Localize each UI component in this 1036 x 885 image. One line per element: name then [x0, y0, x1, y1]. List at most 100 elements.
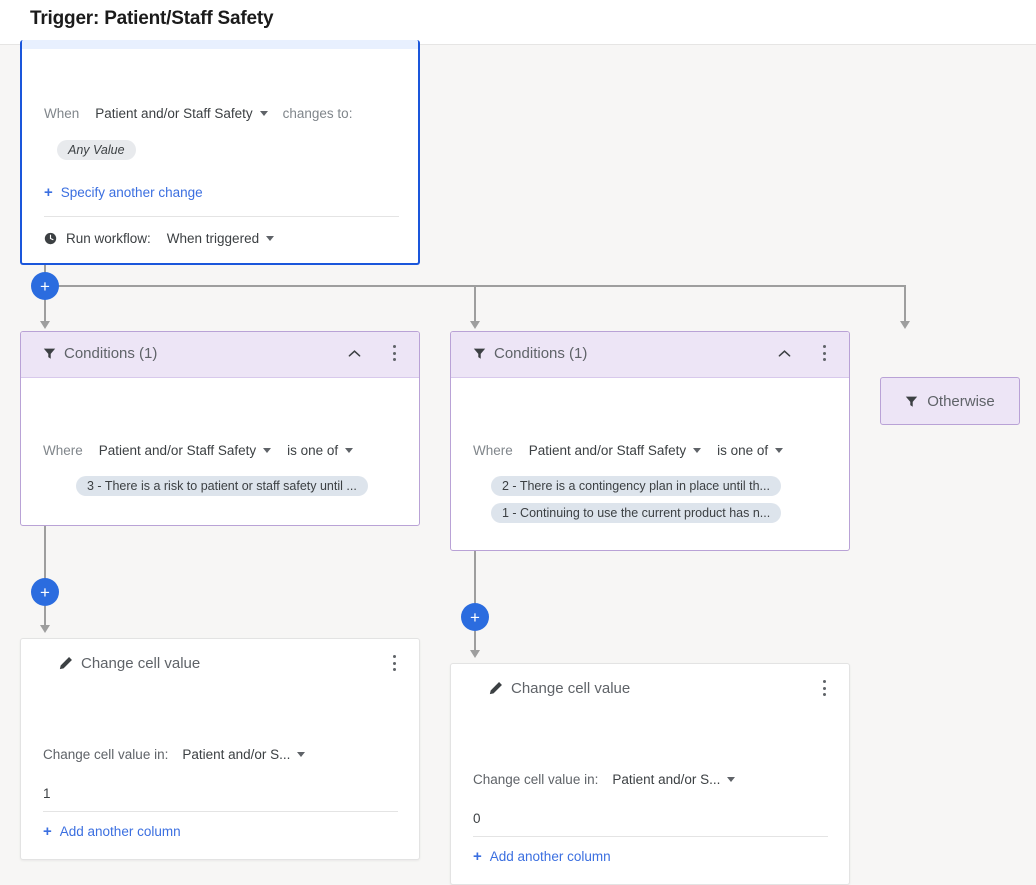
workflow-canvas: + + + When Patient and/or Staff Safety c… — [0, 40, 1036, 885]
chevron-up-icon[interactable] — [778, 349, 791, 358]
conditions-card-1[interactable]: Conditions (1) Where Patient and/or Staf… — [20, 331, 420, 526]
add-step-branch-1-button[interactable]: + — [31, 578, 59, 606]
condition-1-value-chips: 3 - There is a risk to patient or staff … — [76, 476, 406, 503]
arrowhead-branch-2 — [470, 321, 480, 329]
conditions-card-2[interactable]: Conditions (1) Where Patient and/or Staf… — [450, 331, 850, 551]
condition-1-where-row: Where Patient and/or Staff Safety is one… — [43, 443, 354, 458]
condition-2-field-dropdown[interactable]: Patient and/or Staff Safety — [528, 443, 702, 458]
change-cell-value-card-2-title: Change cell value — [511, 680, 631, 697]
conditions-card-2-title: Conditions (1) — [494, 345, 588, 362]
otherwise-branch-card[interactable]: Otherwise — [880, 377, 1020, 425]
condition-1-field-dropdown[interactable]: Patient and/or Staff Safety — [98, 443, 272, 458]
plus-icon: + — [470, 607, 480, 627]
action-2-divider — [473, 836, 828, 837]
action-1-cell-value[interactable]: 1 — [43, 786, 51, 801]
chevron-down-icon — [263, 448, 272, 453]
otherwise-label: Otherwise — [927, 392, 995, 410]
add-another-column-label: Add another column — [59, 824, 181, 839]
condition-2-where-row: Where Patient and/or Staff Safety is one… — [473, 443, 784, 458]
where-label: Where — [473, 443, 513, 458]
plus-icon: + — [43, 823, 52, 840]
trigger-card-header-strip — [22, 40, 418, 49]
app-header: Trigger: Patient/Staff Safety — [0, 0, 1036, 45]
condition-2-value-chips: 2 - There is a contingency plan in place… — [491, 476, 836, 530]
plus-icon: + — [44, 184, 53, 201]
action-1-field-label: Change cell value in: — [43, 747, 169, 762]
chevron-down-icon — [297, 752, 306, 757]
condition-1-operator-dropdown[interactable]: is one of — [287, 443, 354, 458]
chevron-down-icon — [693, 448, 702, 453]
trigger-column-value: Patient and/or Staff Safety — [95, 106, 253, 121]
action-1-column-dropdown[interactable]: Patient and/or S... — [182, 747, 306, 762]
arrowhead-action-1 — [40, 625, 50, 633]
chevron-down-icon — [345, 448, 354, 453]
pencil-icon — [489, 682, 502, 695]
plus-icon: + — [40, 582, 50, 602]
action-2-column-dropdown[interactable]: Patient and/or S... — [612, 772, 736, 787]
specify-another-change-link[interactable]: + Specify another change — [44, 185, 203, 200]
condition-1-field-value: Patient and/or Staff Safety — [98, 443, 257, 458]
conditions-card-2-menu-icon[interactable] — [823, 345, 827, 363]
chevron-down-icon — [727, 777, 736, 782]
when-label: When — [44, 106, 80, 121]
specify-another-change-label: Specify another change — [60, 185, 203, 200]
condition-2-field-value: Patient and/or Staff Safety — [528, 443, 687, 458]
run-workflow-dropdown[interactable]: When triggered — [166, 231, 275, 246]
run-workflow-label: Run workflow: — [66, 231, 151, 246]
connector-drop-branch-2 — [474, 285, 476, 323]
page-title: Trigger: Patient/Staff Safety — [30, 8, 274, 29]
trigger-divider — [44, 216, 399, 217]
connector-branch1-to-action — [44, 524, 46, 582]
change-cell-value-card-1-title: Change cell value — [81, 655, 201, 672]
connector-branch2-to-action — [474, 549, 476, 607]
arrowhead-action-2 — [470, 650, 480, 658]
condition-value-chip[interactable]: 3 - There is a risk to patient or staff … — [76, 476, 368, 496]
arrowhead-otherwise — [900, 321, 910, 329]
condition-value-chip[interactable]: 1 - Continuing to use the current produc… — [491, 503, 782, 523]
filter-icon — [906, 396, 918, 407]
chevron-down-icon — [775, 448, 784, 453]
add-step-after-trigger-button[interactable]: + — [31, 272, 59, 300]
filter-icon — [43, 348, 56, 359]
where-label: Where — [43, 443, 83, 458]
action-1-divider — [43, 811, 398, 812]
action-1-field-row: Change cell value in: Patient and/or S..… — [43, 747, 306, 762]
condition-2-operator-dropdown[interactable]: is one of — [717, 443, 784, 458]
filter-icon — [473, 348, 486, 359]
run-workflow-row: Run workflow: When triggered — [44, 231, 275, 246]
chevron-down-icon — [259, 111, 268, 116]
run-workflow-value: When triggered — [166, 231, 260, 246]
action-2-field-label: Change cell value in: — [473, 772, 599, 787]
conditions-card-1-title: Conditions (1) — [64, 345, 158, 362]
trigger-card[interactable]: When Patient and/or Staff Safety changes… — [20, 40, 420, 265]
change-cell-value-card-2[interactable]: Change cell value Change cell value in: … — [450, 663, 850, 885]
change-cell-value-card-1-menu-icon[interactable] — [393, 655, 397, 673]
chevron-up-icon[interactable] — [348, 349, 361, 358]
add-step-branch-2-button[interactable]: + — [461, 603, 489, 631]
add-another-column-label: Add another column — [489, 849, 611, 864]
chevron-down-icon — [266, 236, 275, 241]
arrowhead-branch-1 — [40, 321, 50, 329]
condition-2-operator-value: is one of — [717, 443, 769, 458]
connector-branch2-to-action-b — [474, 631, 476, 652]
action-2-field-row: Change cell value in: Patient and/or S..… — [473, 772, 736, 787]
connector-branch1-to-action-b — [44, 606, 46, 627]
condition-1-operator-value: is one of — [287, 443, 339, 458]
action-2-column-value: Patient and/or S... — [612, 772, 721, 787]
conditions-card-1-menu-icon[interactable] — [393, 345, 397, 363]
pencil-icon — [59, 657, 72, 670]
change-cell-value-card-2-menu-icon[interactable] — [823, 680, 827, 698]
add-another-column-link-2[interactable]: + Add another column — [473, 849, 611, 864]
connector-drop-otherwise — [904, 285, 906, 323]
plus-icon: + — [473, 848, 482, 865]
trigger-value-chip-row: Any Value — [57, 140, 136, 160]
action-1-column-value: Patient and/or S... — [182, 747, 291, 762]
clock-icon — [44, 232, 57, 245]
condition-value-chip[interactable]: 2 - There is a contingency plan in place… — [491, 476, 781, 496]
changes-to-label: changes to: — [282, 106, 353, 121]
trigger-column-dropdown[interactable]: Patient and/or Staff Safety — [95, 106, 268, 121]
trigger-value-chip[interactable]: Any Value — [57, 140, 136, 160]
change-cell-value-card-1[interactable]: Change cell value Change cell value in: … — [20, 638, 420, 860]
add-another-column-link-1[interactable]: + Add another column — [43, 824, 181, 839]
trigger-when-row: When Patient and/or Staff Safety changes… — [44, 106, 352, 121]
